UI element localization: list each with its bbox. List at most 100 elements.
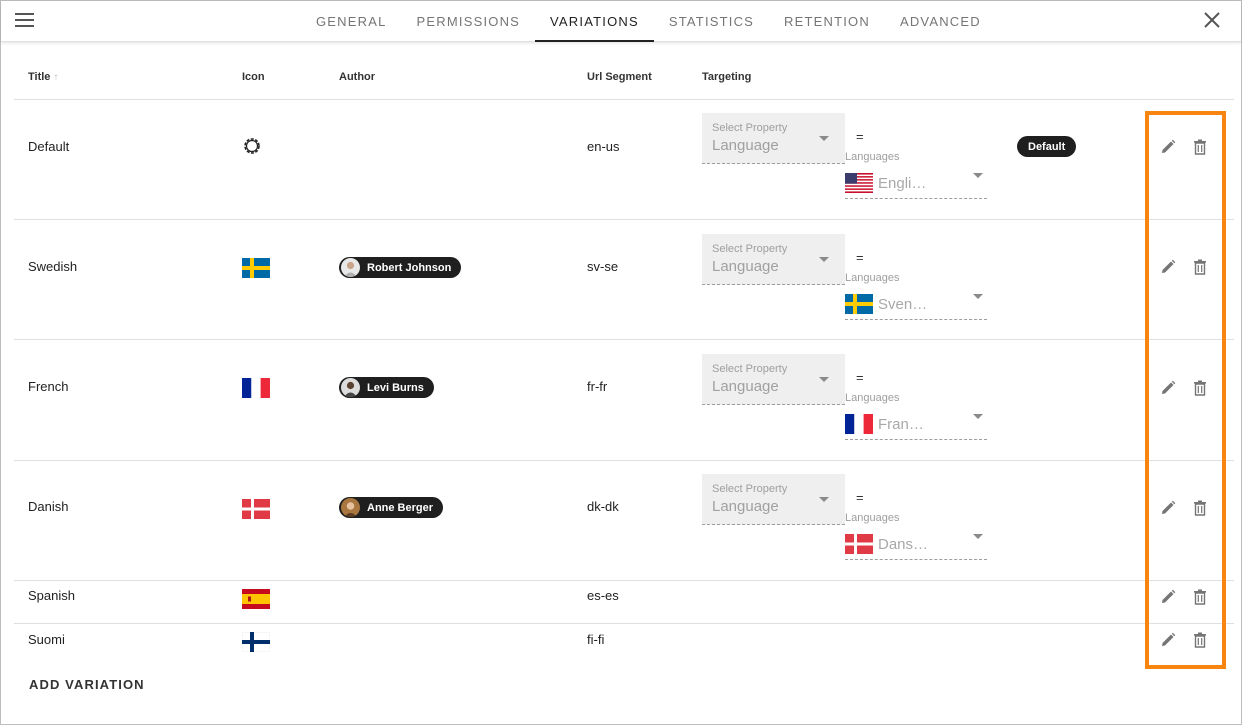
language-value: Dans… xyxy=(878,536,929,553)
select-property-value: Language xyxy=(712,378,779,395)
variation-title: French xyxy=(28,379,69,394)
default-badge: Default xyxy=(1017,136,1077,157)
sweden-flag-icon xyxy=(242,258,270,278)
hamburger-menu-icon[interactable] xyxy=(15,12,34,28)
author-name: Robert Johnson xyxy=(367,261,452,274)
url-segment: en-us xyxy=(587,139,620,154)
spain-flag-icon xyxy=(242,589,270,609)
select-property-value: Language xyxy=(712,137,779,154)
avatar xyxy=(341,258,360,277)
delete-trash-icon[interactable] xyxy=(1191,499,1209,517)
denmark-flag-icon xyxy=(845,534,873,554)
select-property-dropdown[interactable]: Select Property Language xyxy=(702,354,845,405)
select-property-dropdown[interactable]: Select Property Language xyxy=(702,234,845,285)
column-header-url-segment: Url Segment xyxy=(587,71,652,83)
variation-title: Spanish xyxy=(28,588,75,603)
select-property-label: Select Property xyxy=(712,483,788,495)
select-property-value: Language xyxy=(712,498,779,515)
actions-highlight-box xyxy=(1145,111,1226,669)
operator: = xyxy=(856,250,864,265)
sweden-flag-icon xyxy=(845,294,873,314)
variation-title: Danish xyxy=(28,499,69,514)
tab-general[interactable]: GENERAL xyxy=(301,1,402,42)
select-property-value: Language xyxy=(712,258,779,275)
delete-trash-icon[interactable] xyxy=(1191,588,1209,606)
tab-advanced[interactable]: ADVANCED xyxy=(885,1,996,42)
chevron-down-icon xyxy=(973,414,983,419)
edit-pencil-icon[interactable] xyxy=(1159,499,1177,517)
column-header-targeting: Targeting xyxy=(702,71,752,83)
divider xyxy=(14,580,1234,581)
top-bar: GENERAL PERMISSIONS VARIATIONS STATISTIC… xyxy=(1,1,1241,42)
france-flag-icon xyxy=(242,378,270,398)
language-value: Sven… xyxy=(878,296,928,313)
divider xyxy=(14,99,1234,100)
author-chip[interactable]: Anne Berger xyxy=(339,497,444,518)
edit-pencil-icon[interactable] xyxy=(1159,588,1177,606)
languages-label: Languages xyxy=(845,272,900,284)
chevron-down-icon xyxy=(973,173,983,178)
tab-statistics[interactable]: STATISTICS xyxy=(654,1,769,42)
add-variation-button[interactable]: ADD VARIATION xyxy=(29,677,145,692)
france-flag-icon xyxy=(845,414,873,434)
author-chip[interactable]: Levi Burns xyxy=(339,377,434,398)
delete-trash-icon[interactable] xyxy=(1191,379,1209,397)
tab-bar: GENERAL PERMISSIONS VARIATIONS STATISTIC… xyxy=(301,1,996,42)
tab-retention[interactable]: RETENTION xyxy=(769,1,885,42)
close-icon[interactable] xyxy=(1202,10,1222,30)
variation-title: Suomi xyxy=(28,632,65,647)
chevron-down-icon xyxy=(819,136,829,141)
delete-trash-icon[interactable] xyxy=(1191,631,1209,649)
delete-trash-icon[interactable] xyxy=(1191,138,1209,156)
chevron-down-icon xyxy=(973,534,983,539)
languages-label: Languages xyxy=(845,392,900,404)
column-header-icon: Icon xyxy=(242,71,265,83)
divider xyxy=(14,219,1234,220)
column-title-label: Title xyxy=(28,71,51,83)
chevron-down-icon xyxy=(973,294,983,299)
operator: = xyxy=(856,129,864,144)
url-segment: fi-fi xyxy=(587,632,605,647)
edit-pencil-icon[interactable] xyxy=(1159,138,1177,156)
column-header-author: Author xyxy=(339,71,376,83)
languages-dropdown[interactable]: Engli… xyxy=(845,167,987,199)
avatar xyxy=(341,498,360,517)
url-segment: sv-se xyxy=(587,259,619,274)
variations-dialog: GENERAL PERMISSIONS VARIATIONS STATISTIC… xyxy=(0,0,1242,725)
url-segment: es-es xyxy=(587,588,619,603)
avatar xyxy=(341,378,360,397)
author-name: Anne Berger xyxy=(367,501,434,514)
url-segment: dk-dk xyxy=(587,499,619,514)
variation-title: Default xyxy=(28,139,70,154)
select-property-dropdown[interactable]: Select Property Language xyxy=(702,113,845,164)
tab-variations[interactable]: VARIATIONS xyxy=(535,1,654,42)
language-value: Engli… xyxy=(878,175,927,192)
edit-pencil-icon[interactable] xyxy=(1159,631,1177,649)
variation-title: Swedish xyxy=(28,259,78,274)
chevron-down-icon xyxy=(819,377,829,382)
edit-pencil-icon[interactable] xyxy=(1159,258,1177,276)
language-value: Fran… xyxy=(878,416,924,433)
url-segment: fr-fr xyxy=(587,379,608,394)
author-chip[interactable]: Robert Johnson xyxy=(339,257,462,278)
select-property-label: Select Property xyxy=(712,122,788,134)
languages-dropdown[interactable]: Sven… xyxy=(845,288,987,320)
chevron-down-icon xyxy=(819,257,829,262)
operator: = xyxy=(856,490,864,505)
operator: = xyxy=(856,370,864,385)
divider xyxy=(14,460,1234,461)
select-property-dropdown[interactable]: Select Property Language xyxy=(702,474,845,525)
edit-pencil-icon[interactable] xyxy=(1159,379,1177,397)
gear-icon xyxy=(242,136,270,156)
tab-permissions[interactable]: PERMISSIONS xyxy=(402,1,536,42)
denmark-flag-icon xyxy=(242,499,270,519)
languages-dropdown[interactable]: Dans… xyxy=(845,528,987,560)
chevron-down-icon xyxy=(819,497,829,502)
us-flag-icon xyxy=(845,173,873,193)
column-header-title[interactable]: Title ↑ xyxy=(28,71,58,83)
languages-dropdown[interactable]: Fran… xyxy=(845,408,987,440)
finland-flag-icon xyxy=(242,632,270,652)
divider xyxy=(14,339,1234,340)
delete-trash-icon[interactable] xyxy=(1191,258,1209,276)
select-property-label: Select Property xyxy=(712,243,788,255)
